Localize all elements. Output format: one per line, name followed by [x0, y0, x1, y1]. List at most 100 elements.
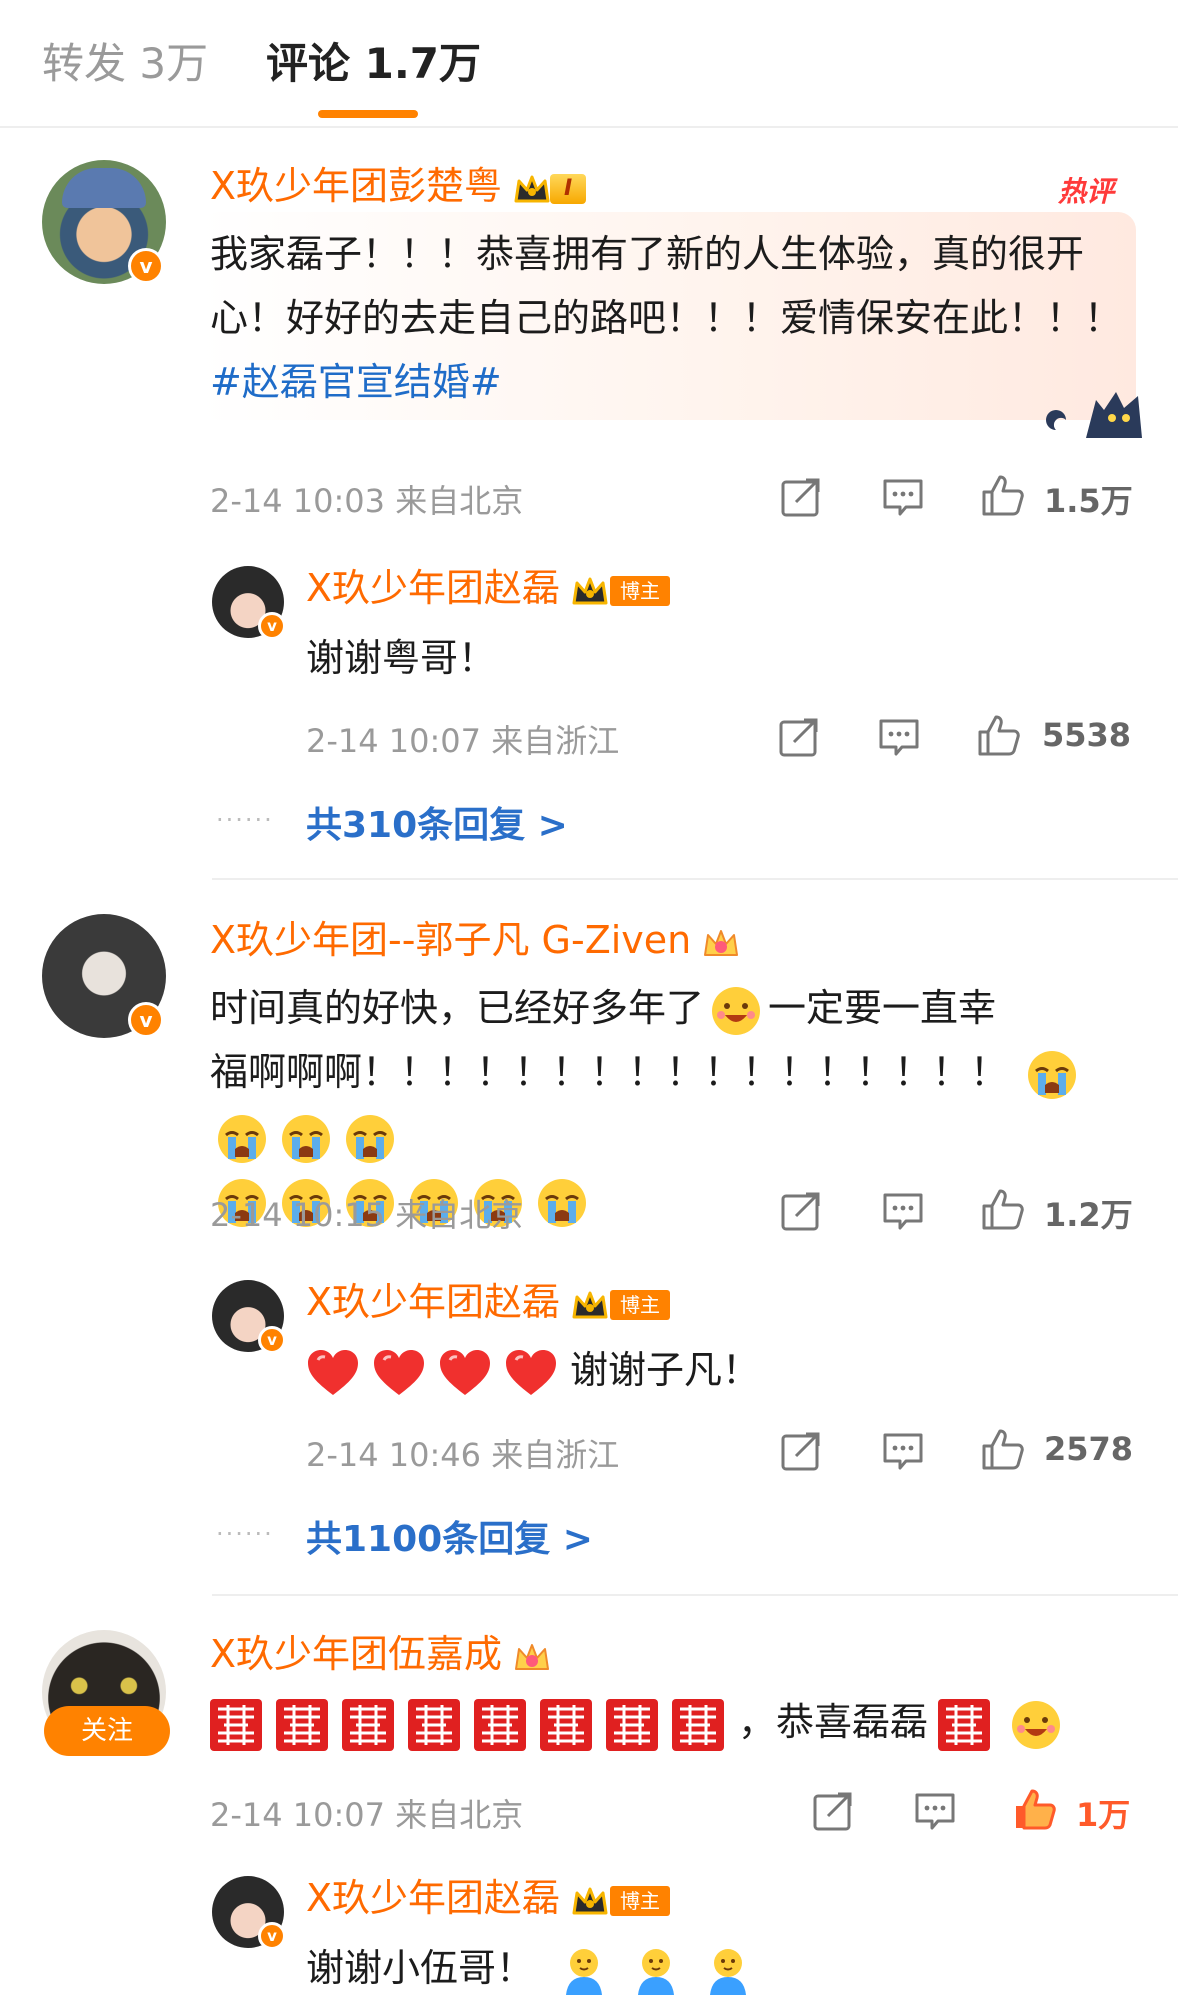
like-icon[interactable] — [976, 712, 1022, 758]
comment-meta: 2-14 10:03 来自北京 — [210, 482, 524, 520]
reply-icon[interactable] — [880, 1428, 926, 1474]
reply-text-body: 谢谢子凡！ — [570, 1348, 761, 1392]
reply-icon[interactable] — [876, 714, 922, 760]
author-name[interactable]: X玖少年团--郭子凡 G-Ziven — [210, 916, 743, 964]
heart-icon — [306, 1348, 360, 1398]
host-badge: 博主 — [610, 575, 671, 606]
divider — [212, 878, 1178, 880]
tab-comments[interactable]: 评论 1.7万 — [266, 36, 481, 92]
share-icon[interactable] — [778, 1188, 824, 1234]
cry-emoji-icon — [1026, 1049, 1078, 1101]
comment-text-part: 一定要一直幸 — [768, 986, 997, 1030]
hug-emoji-icon — [702, 1945, 754, 1997]
heart-icon — [372, 1348, 426, 1398]
crown-icon — [699, 923, 743, 963]
double-happiness-icon — [540, 1699, 592, 1751]
share-icon[interactable] — [778, 1428, 824, 1474]
crown-icon — [568, 571, 612, 611]
comment-tabs: 转发 3万 评论 1.7万 — [0, 0, 1178, 128]
double-happiness-icon — [342, 1699, 394, 1751]
share-icon[interactable] — [776, 714, 822, 760]
reply-text: 谢谢粤哥！ — [306, 636, 497, 680]
reply-icon[interactable] — [880, 1188, 926, 1234]
reply-author-name[interactable]: X玖少年团赵磊 博主 — [306, 564, 671, 612]
hashtag-link[interactable]: #赵磊官宣结婚# — [210, 360, 502, 404]
reply-meta: 2-14 10:46 来自浙江 — [306, 1436, 620, 1474]
reply-icon[interactable] — [912, 1788, 958, 1834]
comment-meta: 2-14 10:07 来自北京 — [210, 1796, 524, 1834]
crown-icon — [568, 1881, 612, 1921]
crown-icon — [510, 1637, 554, 1677]
more-replies-link[interactable]: 共310条回复 > — [306, 796, 568, 848]
comment-text: ，恭喜磊磊 — [210, 1690, 1130, 1754]
like-icon[interactable] — [980, 472, 1026, 518]
author-name[interactable]: X玖少年团伍嘉成 — [210, 1630, 554, 1678]
cry-emoji-icon — [344, 1113, 396, 1165]
double-happiness-icon — [408, 1699, 460, 1751]
liked-icon[interactable] — [1012, 1786, 1058, 1832]
tab-repost[interactable]: 转发 3万 — [42, 36, 208, 92]
more-replies-link[interactable]: 共1100条回复 > — [306, 1510, 593, 1562]
reply-meta: 2-14 10:07 来自浙江 — [306, 722, 620, 760]
verified-badge-icon: v — [258, 612, 286, 640]
like-count: 1.2万 — [1044, 1196, 1133, 1234]
hug-emoji-icon — [558, 1945, 610, 1997]
double-happiness-icon — [210, 1699, 262, 1751]
crown-icon — [568, 1285, 612, 1325]
comment-text-body: ，恭喜磊磊 — [738, 1700, 929, 1744]
cry-emoji-icon — [536, 1177, 588, 1229]
author-name-text: X玖少年团--郭子凡 G-Ziven — [210, 918, 692, 962]
like-icon[interactable] — [980, 1186, 1026, 1232]
level-badge: I — [550, 173, 587, 204]
like-icon[interactable] — [980, 1426, 1026, 1472]
double-happiness-icon — [606, 1699, 658, 1751]
like-count: 2578 — [1044, 1430, 1134, 1468]
comment-meta: 2-14 10:15 来自北京 — [210, 1196, 524, 1234]
host-badge: 博主 — [610, 1885, 671, 1916]
like-count: 1.5万 — [1044, 482, 1133, 520]
comment-text-part: 时间真的好快，已经好多年了 — [210, 986, 705, 1030]
cry-emoji-icon — [216, 1113, 268, 1165]
comment-text-body: 我家磊子！！！恭喜拥有了新的人生体验，真的很开心！好好的去走自己的路吧！！！爱情… — [210, 232, 1123, 340]
divider — [212, 1594, 1178, 1596]
reply-text-body: 谢谢小伍哥！ — [306, 1946, 535, 1990]
reply-author-name[interactable]: X玖少年团赵磊 博主 — [306, 1874, 671, 1922]
author-name-text: X玖少年团彭楚粤 — [210, 164, 503, 208]
reply-text: 谢谢小伍哥！ — [306, 1940, 760, 1997]
heart-icon — [438, 1348, 492, 1398]
hug-emoji-icon — [630, 1945, 682, 1997]
reply-author-name-text: X玖少年团赵磊 — [306, 1876, 561, 1920]
cry-emoji-icon — [280, 1113, 332, 1165]
author-name[interactable]: X玖少年团彭楚粤 I — [210, 162, 587, 210]
verified-badge-icon: v — [258, 1326, 286, 1354]
hot-comment-label: 热评 — [1058, 175, 1115, 208]
more-dots: ······ — [216, 1520, 274, 1548]
double-happiness-icon — [672, 1699, 724, 1751]
active-tab-indicator — [318, 110, 418, 118]
follow-button[interactable]: 关注 — [44, 1706, 170, 1756]
heart-icon — [504, 1348, 558, 1398]
like-count: 5538 — [1042, 716, 1132, 754]
reply-icon[interactable] — [880, 474, 926, 520]
more-dots: ······ — [216, 806, 274, 834]
share-icon[interactable] — [810, 1788, 856, 1834]
double-happiness-icon — [474, 1699, 526, 1751]
reply-author-name-text: X玖少年团赵磊 — [306, 566, 561, 610]
reply-author-name[interactable]: X玖少年团赵磊 博主 — [306, 1278, 671, 1326]
flower-smile-emoji-icon — [1010, 1699, 1062, 1751]
author-name-text: X玖少年团伍嘉成 — [210, 1632, 503, 1676]
double-happiness-icon — [276, 1699, 328, 1751]
reply-text: 谢谢子凡！ — [306, 1342, 760, 1398]
like-count: 1万 — [1076, 1796, 1131, 1834]
comment-text: 我家磊子！！！恭喜拥有了新的人生体验，真的很开心！好好的去走自己的路吧！！！爱情… — [210, 222, 1122, 414]
double-happiness-icon — [938, 1699, 990, 1751]
host-badge: 博主 — [610, 1289, 671, 1320]
reply-author-name-text: X玖少年团赵磊 — [306, 1280, 561, 1324]
crown-icon — [510, 169, 554, 209]
smile-emoji-icon — [710, 985, 762, 1037]
verified-badge-icon: v — [128, 248, 164, 284]
verified-badge-icon: v — [128, 1002, 164, 1038]
share-icon[interactable] — [778, 474, 824, 520]
comment-text-part: 福啊啊啊！！！！！！！！！！！！！！！！！ — [210, 1050, 1009, 1094]
verified-badge-icon: v — [258, 1922, 286, 1950]
